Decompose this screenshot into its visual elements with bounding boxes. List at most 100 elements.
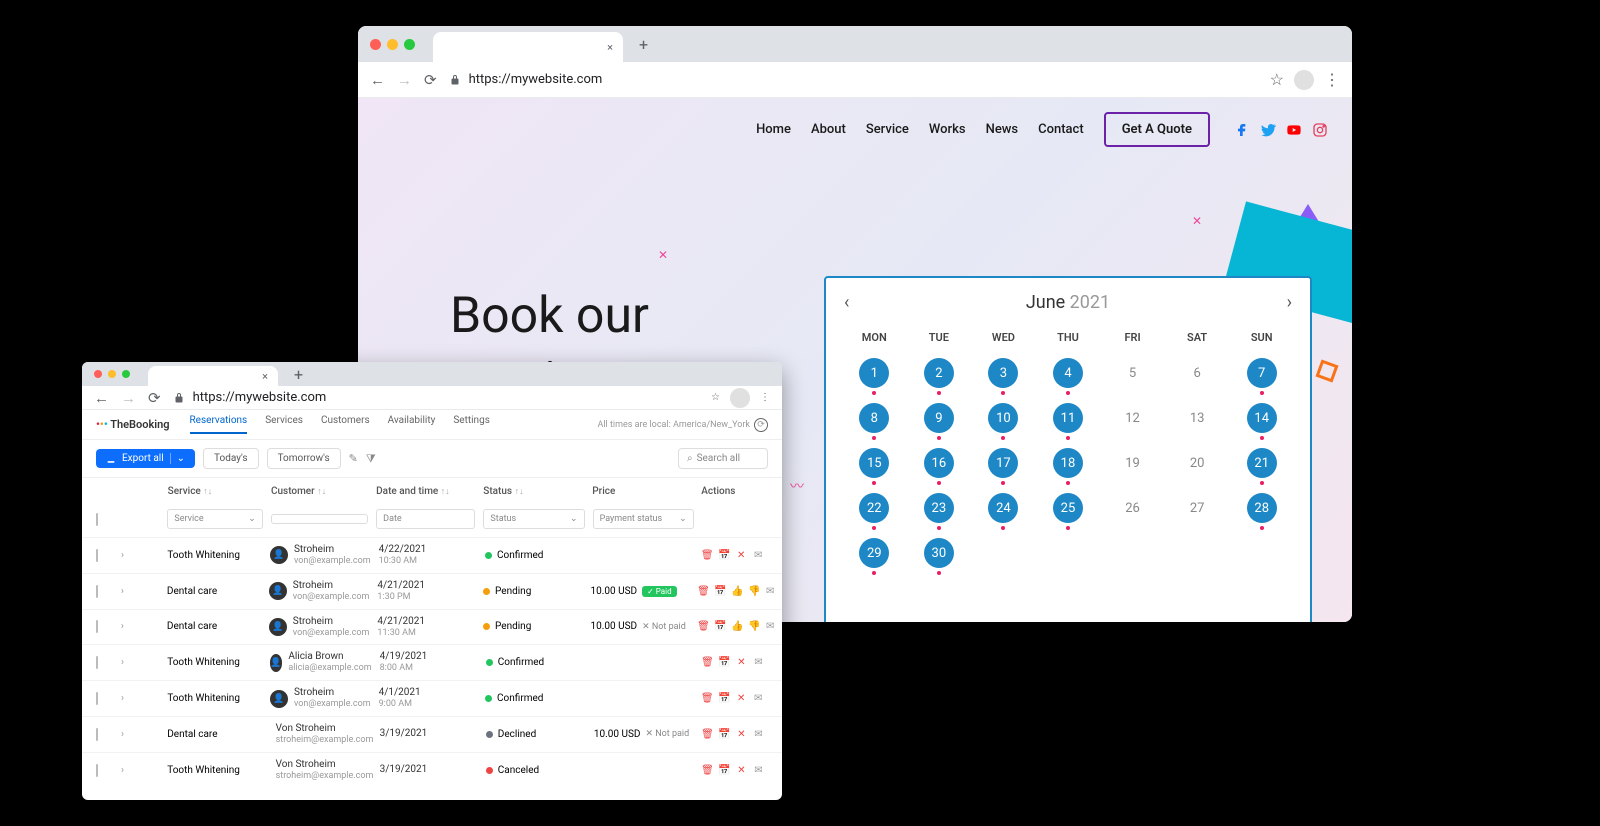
youtube-icon[interactable] [1286, 122, 1302, 138]
email-icon[interactable]: ✉ [766, 621, 774, 632]
window-maximize-dot[interactable] [122, 370, 130, 378]
nav-reservations[interactable]: Reservations [190, 415, 248, 434]
delete-icon[interactable]: 🗑 [702, 765, 713, 776]
profile-avatar[interactable] [730, 388, 750, 408]
expand-row-icon[interactable]: › [121, 621, 134, 632]
nav-works[interactable]: Works [929, 122, 966, 137]
calendar-day[interactable]: 11 [1038, 401, 1099, 442]
today-filter[interactable]: Today's [203, 448, 259, 469]
row-checkbox[interactable] [96, 585, 98, 598]
calendar-day[interactable]: 15 [844, 446, 905, 487]
email-icon[interactable]: ✉ [753, 657, 764, 668]
col-service[interactable]: Service ↑↓ [168, 486, 263, 497]
expand-row-icon[interactable]: › [121, 693, 134, 704]
menu-icon[interactable]: ⋮ [1324, 70, 1340, 89]
calendar-next-button[interactable]: › [1287, 292, 1292, 313]
tomorrow-filter[interactable]: Tomorrow's [267, 448, 341, 469]
export-button[interactable]: Export all ⌄ [96, 449, 195, 468]
calendar-day[interactable]: 10 [973, 401, 1034, 442]
reload-icon[interactable]: ⟳ [148, 389, 161, 407]
decline-icon[interactable]: 👎 [749, 621, 760, 632]
approve-icon[interactable]: 👍 [732, 621, 743, 632]
calendar-day[interactable]: 24 [973, 491, 1034, 532]
expand-row-icon[interactable]: › [121, 729, 134, 740]
delete-icon[interactable]: 🗑 [698, 621, 709, 632]
calendar-day[interactable]: 18 [1038, 446, 1099, 487]
menu-icon[interactable]: ⋮ [760, 392, 770, 403]
filter-date[interactable]: Date [376, 509, 475, 529]
select-all-checkbox[interactable] [96, 513, 98, 526]
get-quote-button[interactable]: Get A Quote [1104, 112, 1210, 147]
calendar-day[interactable]: 29 [844, 536, 905, 577]
nav-home[interactable]: Home [756, 122, 791, 137]
window-minimize-dot[interactable] [108, 370, 116, 378]
reschedule-icon[interactable]: 📅 [719, 550, 730, 561]
email-icon[interactable]: ✉ [753, 693, 764, 704]
reload-icon[interactable]: ⟳ [424, 71, 437, 89]
calendar-day[interactable]: 30 [909, 536, 970, 577]
nav-contact[interactable]: Contact [1038, 122, 1084, 137]
approve-icon[interactable]: 👍 [732, 586, 743, 597]
calendar-day[interactable]: 8 [844, 401, 905, 442]
back-icon[interactable]: ← [370, 71, 385, 89]
search-input[interactable]: ⌕ Search all [678, 448, 768, 469]
delete-icon[interactable]: 🗑 [698, 586, 709, 597]
calendar-day[interactable]: 14 [1231, 401, 1292, 442]
edit-icon[interactable]: ✎ [349, 452, 358, 465]
calendar-day[interactable]: 17 [973, 446, 1034, 487]
row-checkbox[interactable] [96, 764, 98, 777]
calendar-day[interactable]: 3 [973, 356, 1034, 397]
browser-tab[interactable]: × [433, 32, 623, 62]
window-close-dot[interactable] [94, 370, 102, 378]
nav-service[interactable]: Service [866, 122, 909, 137]
filter-customer[interactable] [271, 514, 368, 524]
url-field[interactable]: https://mywebsite.com [449, 72, 1258, 87]
filter-status[interactable]: Status⌄ [483, 509, 584, 529]
back-icon[interactable]: ← [94, 389, 109, 407]
filter-payment[interactable]: Payment status⌄ [593, 509, 694, 529]
instagram-icon[interactable] [1312, 122, 1328, 138]
expand-row-icon[interactable]: › [121, 765, 134, 776]
reschedule-icon[interactable]: 📅 [715, 621, 726, 632]
row-checkbox[interactable] [96, 549, 98, 562]
col-customer[interactable]: Customer ↑↓ [271, 486, 368, 497]
delete-icon[interactable]: 🗑 [702, 729, 713, 740]
twitter-icon[interactable] [1260, 122, 1276, 138]
profile-avatar[interactable] [1294, 70, 1314, 90]
col-price[interactable]: Price [592, 486, 693, 497]
reschedule-icon[interactable]: 📅 [719, 729, 730, 740]
expand-row-icon[interactable]: › [121, 550, 134, 561]
row-checkbox[interactable] [96, 620, 98, 633]
row-checkbox[interactable] [96, 656, 98, 669]
brand-logo[interactable]: ••• TheBooking [96, 418, 170, 431]
filter-service[interactable]: Service⌄ [167, 509, 262, 529]
expand-row-icon[interactable]: › [121, 657, 134, 668]
decline-icon[interactable]: 👎 [749, 586, 760, 597]
reschedule-icon[interactable]: 📅 [719, 657, 730, 668]
new-tab-button[interactable]: + [294, 365, 303, 384]
calendar-day[interactable]: 2 [909, 356, 970, 397]
nav-news[interactable]: News [986, 122, 1019, 137]
reschedule-icon[interactable]: 📅 [719, 765, 730, 776]
cancel-icon[interactable]: ✕ [736, 729, 747, 740]
facebook-icon[interactable] [1234, 122, 1250, 138]
star-icon[interactable]: ☆ [1270, 70, 1284, 89]
email-icon[interactable]: ✉ [753, 729, 764, 740]
nav-settings[interactable]: Settings [453, 415, 490, 434]
nav-customers[interactable]: Customers [321, 415, 370, 434]
forward-icon[interactable]: → [121, 389, 136, 407]
calendar-prev-button[interactable]: ‹ [844, 292, 849, 313]
cancel-icon[interactable]: ✕ [736, 693, 747, 704]
url-field[interactable]: https://mywebsite.com [173, 390, 699, 405]
calendar-day[interactable]: 23 [909, 491, 970, 532]
window-minimize-dot[interactable] [387, 39, 398, 50]
window-close-dot[interactable] [370, 39, 381, 50]
reschedule-icon[interactable]: 📅 [719, 693, 730, 704]
cancel-icon[interactable]: ✕ [736, 550, 747, 561]
delete-icon[interactable]: 🗑 [702, 550, 713, 561]
nav-availability[interactable]: Availability [388, 415, 436, 434]
email-icon[interactable]: ✉ [766, 586, 774, 597]
col-status[interactable]: Status ↑↓ [483, 486, 584, 497]
delete-icon[interactable]: 🗑 [702, 693, 713, 704]
calendar-day[interactable]: 28 [1231, 491, 1292, 532]
